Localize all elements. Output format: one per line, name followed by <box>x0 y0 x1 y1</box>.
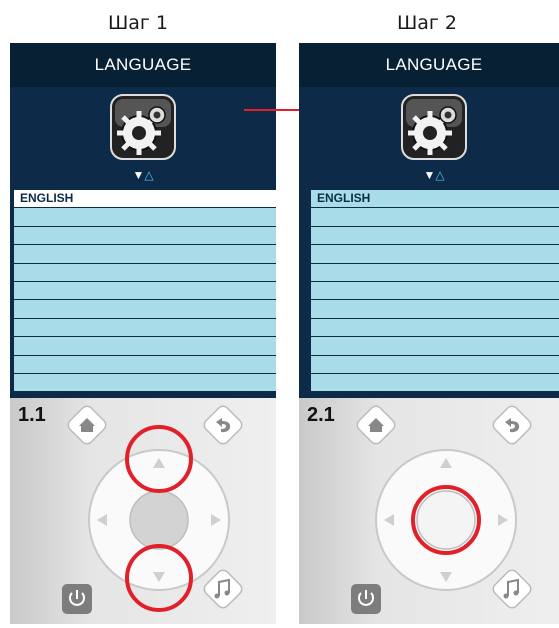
list-item[interactable] <box>311 245 559 264</box>
step-title: Шаг 1 <box>107 12 169 34</box>
list-item[interactable] <box>14 373 276 393</box>
sort-arrows: ▼△ <box>299 168 559 182</box>
sort-arrows: ▼△ <box>10 168 276 182</box>
list-item[interactable] <box>14 226 276 246</box>
list-item[interactable] <box>14 300 276 319</box>
list-item[interactable] <box>14 245 276 264</box>
list-item[interactable] <box>14 208 276 227</box>
home-button[interactable] <box>66 404 108 446</box>
remote-graphic <box>62 404 244 614</box>
remote-graphic <box>351 404 533 614</box>
list-item[interactable] <box>14 281 276 301</box>
screen-header: LANGUAGE <box>10 43 276 87</box>
tv-screen: LANGUAGE ▼△ ENGLISH <box>299 43 559 407</box>
list-item[interactable] <box>311 263 559 282</box>
power-button[interactable] <box>351 584 381 614</box>
list-item[interactable] <box>311 355 559 374</box>
step-title: Шаг 2 <box>396 12 458 34</box>
remote-control: 2.1 <box>299 398 559 624</box>
ok-button <box>129 490 189 550</box>
list-item[interactable] <box>311 373 559 393</box>
list-item[interactable]: ENGLISH <box>14 190 276 209</box>
list-item[interactable] <box>14 337 276 356</box>
step-1-panel: Шаг 1 LANGUAGE ▼△ ENGLISH 1.1 <box>0 0 276 628</box>
music-button[interactable] <box>202 568 244 610</box>
step-2-panel: Шаг 2 LANGUAGE ▼△ ENGLISH 2.1 <box>289 0 559 628</box>
gear-icon <box>401 94 467 160</box>
list-item[interactable] <box>14 318 276 338</box>
remote-control: 1.1 <box>10 398 276 624</box>
language-list: ENGLISH <box>311 190 559 407</box>
list-item[interactable] <box>311 337 559 356</box>
back-button[interactable] <box>202 404 244 446</box>
step-label: 1.1 <box>18 404 46 426</box>
down-triangle-icon: ▼ <box>132 168 145 182</box>
power-button[interactable] <box>62 584 92 614</box>
step-label: 2.1 <box>307 404 335 426</box>
screen-header: LANGUAGE <box>299 43 559 87</box>
list-item[interactable]: ENGLISH <box>311 190 559 209</box>
list-item[interactable] <box>311 318 559 338</box>
music-button[interactable] <box>491 568 533 610</box>
list-item[interactable] <box>311 300 559 319</box>
list-item[interactable] <box>14 355 276 374</box>
up-triangle-icon: △ <box>435 168 445 182</box>
list-item[interactable] <box>311 281 559 301</box>
tv-screen: LANGUAGE ▼△ ENGLISH <box>10 43 276 407</box>
down-triangle-icon: ▼ <box>423 168 436 182</box>
language-list: ENGLISH <box>14 190 276 407</box>
list-item[interactable] <box>311 208 559 227</box>
ok-button <box>416 490 476 550</box>
gear-icon <box>110 94 176 160</box>
list-item[interactable] <box>311 226 559 246</box>
up-triangle-icon: △ <box>144 168 154 182</box>
list-item[interactable] <box>14 263 276 282</box>
home-button[interactable] <box>355 404 397 446</box>
back-button[interactable] <box>491 404 533 446</box>
